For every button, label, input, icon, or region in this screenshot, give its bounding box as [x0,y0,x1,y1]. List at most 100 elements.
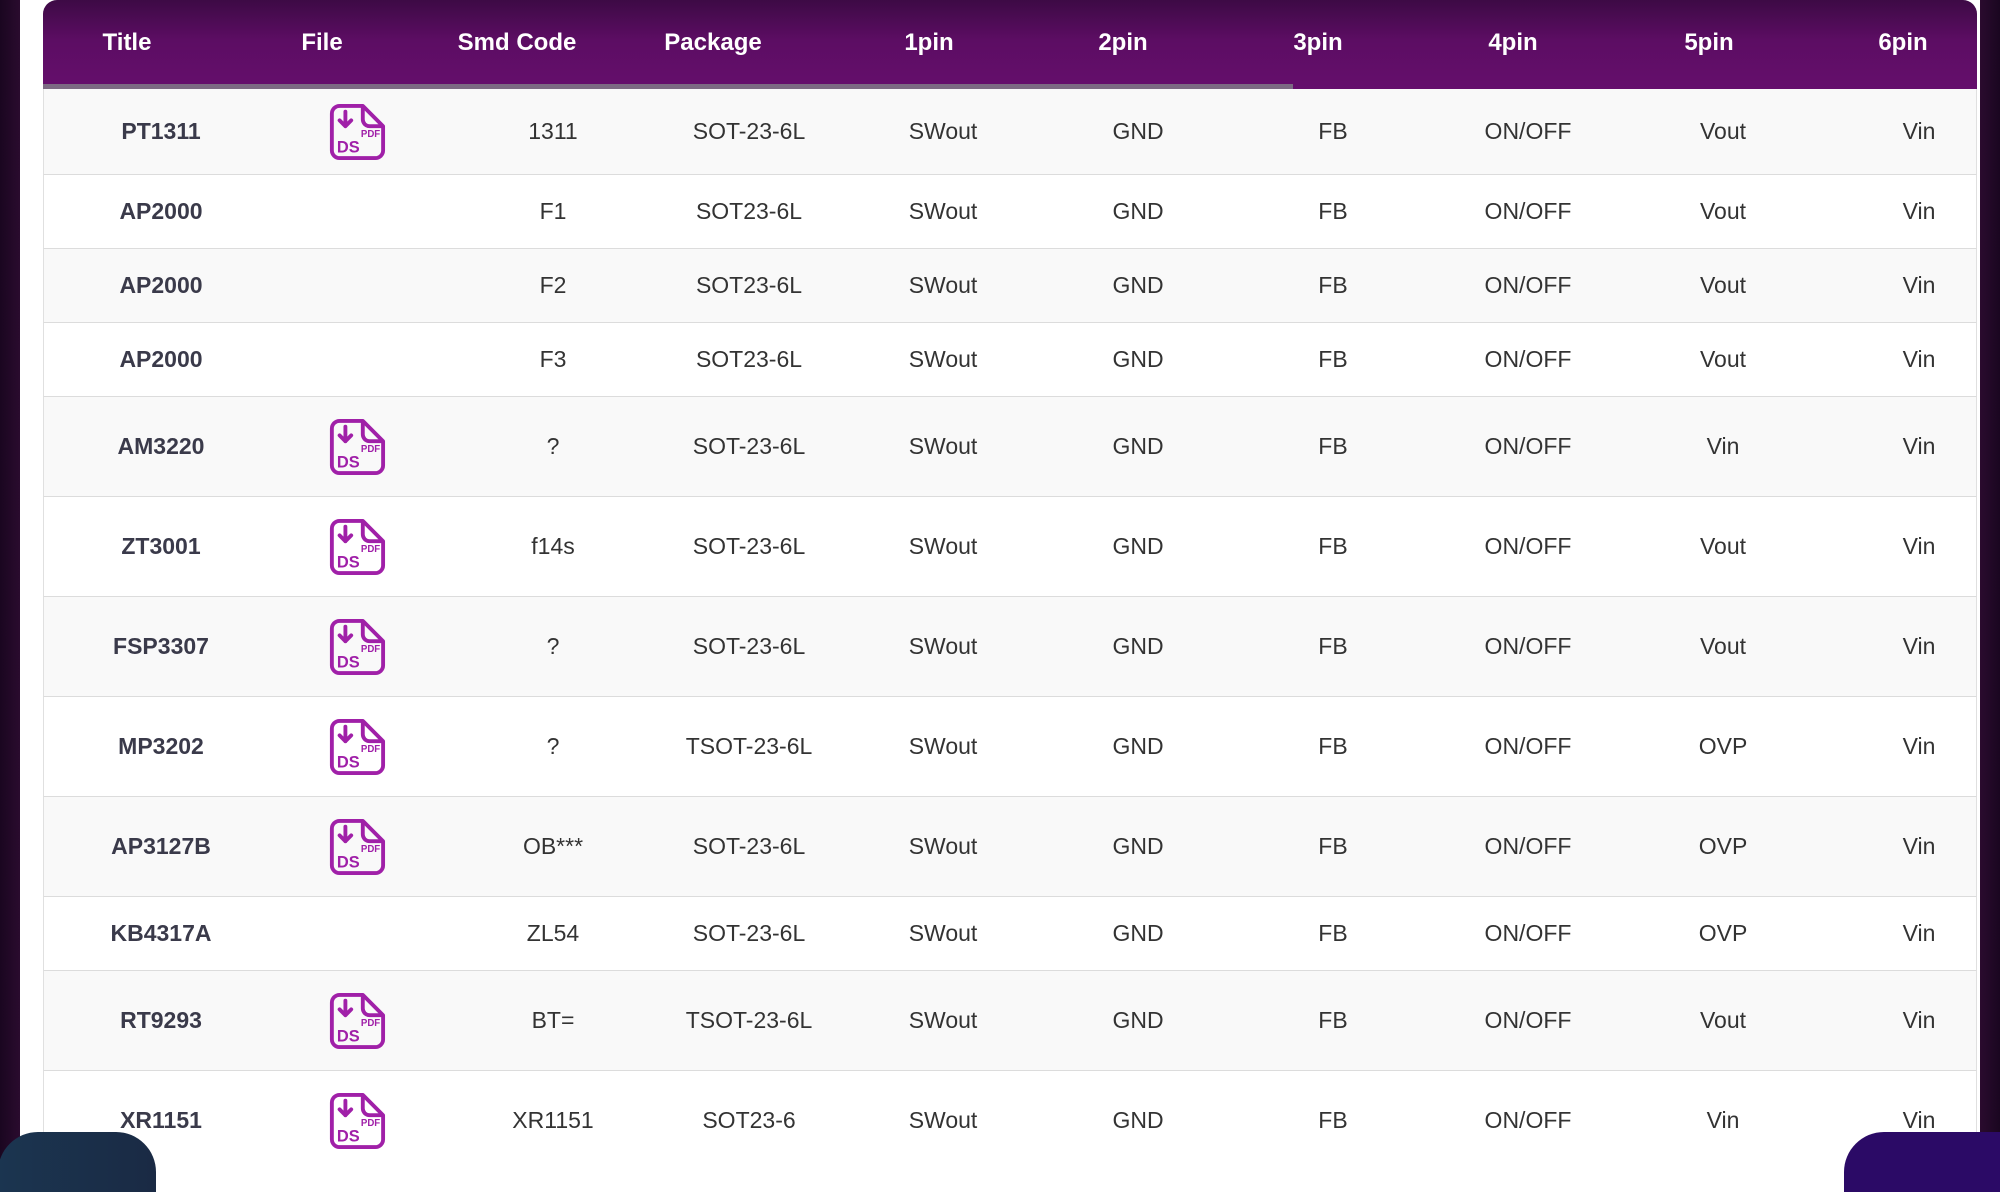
datasheet-download-link[interactable]: PDF DS [328,697,386,796]
pdf-datasheet-download-icon[interactable]: PDFDS [328,418,386,476]
header-smd-code[interactable]: Smd Code [458,0,577,86]
header-pin1[interactable]: 1pin [904,0,953,86]
table-row: KB4317A ZL54 SOT-23-6L SWout GND FB ON/OFF OVP V… [43,897,1977,971]
cell-pin6: Vin [1902,1007,1936,1033]
cell-smd-code: ZL54 [526,920,580,946]
pdf-datasheet-download-icon[interactable]: PDFDS [328,1092,386,1150]
cell-package: SOT23-6L [695,272,803,298]
cell-pin2: GND [1112,1107,1164,1133]
pdf-datasheet-download-icon[interactable]: PDFDS [328,818,386,876]
cell-smd-code: ? [546,733,560,759]
table-row: FSP3307 PDF DS? SOT-23-6L SWout GND FB ON/OFF Vo… [43,597,1977,697]
cell-pin1: SWout [908,118,978,144]
table-header: Title File Smd Code Package 1pin 2pin 3pin 4pin… [43,0,1977,89]
table-row: AP2000 F2 SOT23-6L SWout GND FB ON/OFF Vout Vin [43,249,1977,323]
table-row: XR1151 PDF DS XR1151 SOT23-6 SWout GND FB ON/OFF… [43,1071,1977,1167]
cell-smd-code: BT= [531,1007,575,1033]
cell-pin4: ON/OFF [1484,733,1572,759]
datasheet-download-link[interactable]: PDF DS [328,797,386,896]
cell-title[interactable]: PT1311 [121,89,200,174]
cell-pin5: Vout [1699,118,1747,144]
header-title[interactable]: Title [103,0,152,86]
cell-package: SOT-23-6L [692,920,806,946]
cell-pin1: SWout [908,733,978,759]
datasheet-download-link[interactable]: PDF DS [328,971,386,1070]
datasheet-download-link[interactable]: PDF DS [328,89,386,174]
pdf-label: PDF [361,743,380,754]
header-package[interactable]: Package [664,0,761,86]
cell-package: SOT23-6 [702,1107,796,1133]
pdf-datasheet-download-icon[interactable]: PDFDS [328,518,386,576]
cell-title[interactable]: AM3220 [118,397,205,496]
cell-smd-code: OB*** [522,833,584,859]
cell-pin6: Vin [1902,633,1936,659]
cell-pin4: ON/OFF [1484,633,1572,659]
pdf-datasheet-download-icon[interactable]: PDFDS [328,992,386,1050]
cell-pin3: FB [1318,533,1348,559]
datasheet-download-link[interactable]: PDF DS [328,1071,386,1167]
cell-pin1: SWout [908,346,978,372]
cell-title[interactable]: KB4317A [111,897,212,970]
pdf-datasheet-download-icon[interactable]: PDFDS [328,718,386,776]
cell-pin2: GND [1112,433,1164,459]
header-pin5[interactable]: 5pin [1684,0,1733,86]
cell-pin2: GND [1112,272,1164,298]
cell-title[interactable]: AP3127B [111,797,211,896]
cell-pin1: SWout [908,533,978,559]
header-pin3[interactable]: 3pin [1293,0,1342,86]
pdf-datasheet-download-icon[interactable]: PDFDS [328,618,386,676]
header-file[interactable]: File [301,0,342,86]
cell-smd-code: f14s [531,533,575,559]
datasheet-download-link[interactable]: PDF DS [328,597,386,696]
cell-pin1: SWout [908,1107,978,1133]
cell-package: TSOT-23-6L [685,733,813,759]
cell-title[interactable]: AP2000 [119,249,202,322]
cell-pin6: Vin [1902,433,1936,459]
datasheet-download-link[interactable]: PDF DS [328,397,386,496]
cell-smd-code: ? [546,433,560,459]
cell-pin4: ON/OFF [1484,1007,1572,1033]
cell-title[interactable]: FSP3307 [113,597,209,696]
cell-package: SOT-23-6L [692,633,806,659]
cell-title[interactable]: RT9293 [120,971,202,1070]
cell-pin4: ON/OFF [1484,346,1572,372]
header-pin6[interactable]: 6pin [1878,0,1927,86]
bottom-left-widget[interactable] [0,1132,156,1192]
ds-label: DS [337,453,360,471]
table-row: AM3220 PDF DS? SOT-23-6L SWout GND FB ON/OFF Vin… [43,397,1977,497]
cell-pin2: GND [1112,1007,1164,1033]
cell-smd-code: XR1151 [512,1107,594,1133]
cell-package: SOT-23-6L [692,833,806,859]
cell-pin6: Vin [1902,198,1936,224]
cell-package: SOT-23-6L [692,118,806,144]
table-row: AP3127B PDF DS OB*** SOT-23-6L SWout GND FB ON/O… [43,797,1977,897]
cell-title[interactable]: MP3202 [118,697,204,796]
cell-pin6: Vin [1902,346,1936,372]
cell-title[interactable]: ZT3001 [121,497,200,596]
ds-label: DS [337,1027,360,1045]
bottom-right-widget[interactable] [1844,1132,2000,1192]
cell-title[interactable]: AP2000 [119,175,202,248]
pdf-datasheet-download-icon[interactable]: PDFDS [328,103,386,161]
cell-pin3: FB [1318,433,1348,459]
cell-pin4: ON/OFF [1484,1107,1572,1133]
cell-pin3: FB [1318,198,1348,224]
cell-pin6: Vin [1902,118,1936,144]
cell-pin3: FB [1318,118,1348,144]
cell-title[interactable]: AP2000 [119,323,202,396]
cell-pin5: Vin [1706,1107,1740,1133]
datasheet-download-link[interactable]: PDF DS [328,497,386,596]
pdf-label: PDF [361,1117,380,1128]
cell-pin4: ON/OFF [1484,920,1572,946]
pdf-label: PDF [361,643,380,654]
cell-pin2: GND [1112,198,1164,224]
cell-pin3: FB [1318,1107,1348,1133]
cell-smd-code: ? [546,633,560,659]
cell-pin3: FB [1318,272,1348,298]
header-pin4[interactable]: 4pin [1488,0,1537,86]
cell-pin4: ON/OFF [1484,533,1572,559]
cell-pin5: Vout [1699,198,1747,224]
table-row: ZT3001 PDF DS f14s SOT-23-6L SWout GND FB ON/OFF… [43,497,1977,597]
header-pin2[interactable]: 2pin [1098,0,1147,86]
cell-pin5: Vout [1699,633,1747,659]
